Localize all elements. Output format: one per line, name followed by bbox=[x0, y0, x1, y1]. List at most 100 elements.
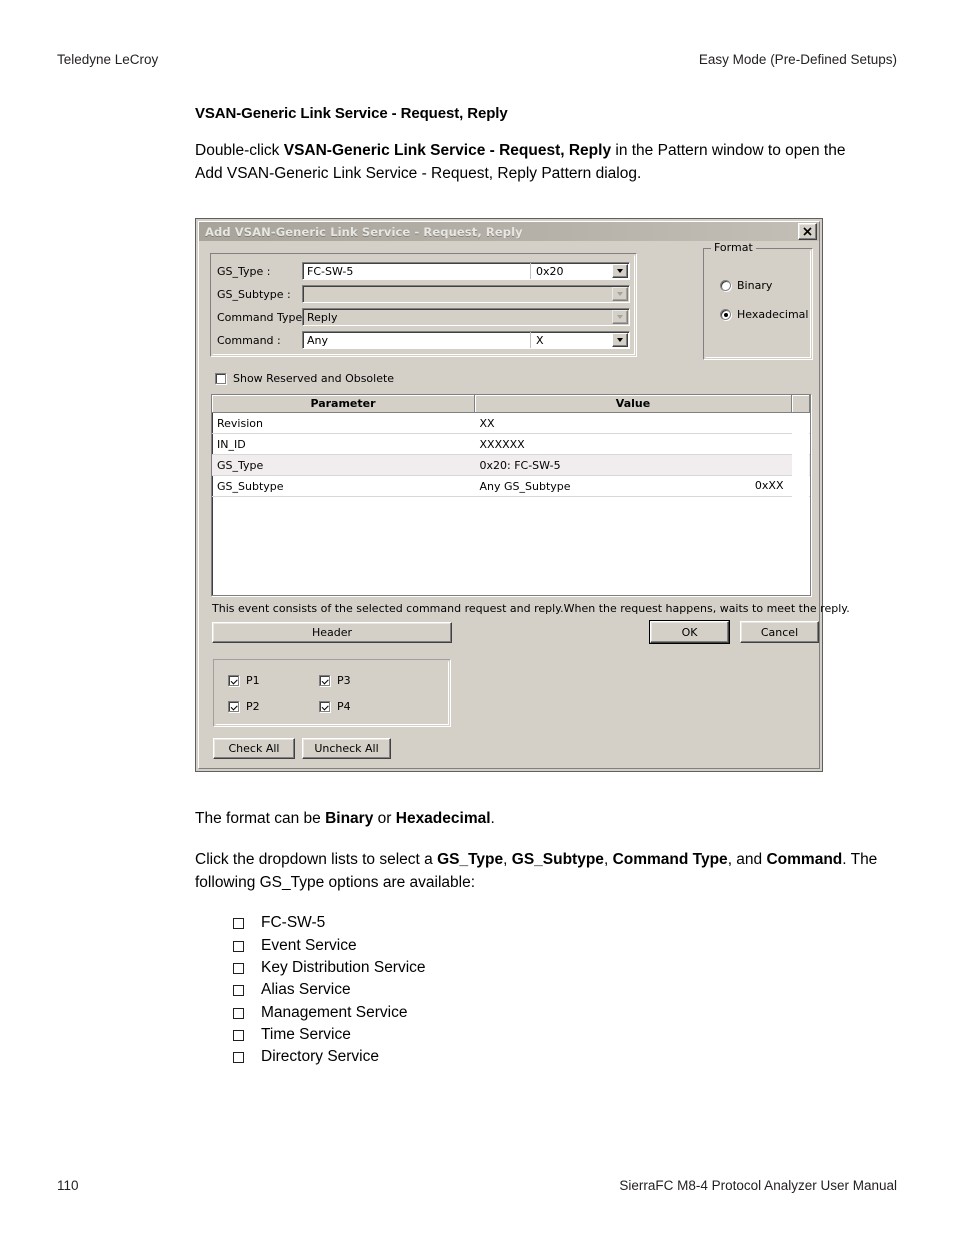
list-item: Alias Service bbox=[233, 979, 885, 1001]
port-p1-checkbox-indicator[interactable] bbox=[228, 675, 239, 686]
list-item: Time Service bbox=[233, 1024, 885, 1046]
chevron-down-icon[interactable] bbox=[612, 310, 628, 324]
ports-group: P1 P2 P3 P4 bbox=[213, 659, 451, 727]
command-type-label: Command Type: bbox=[217, 310, 307, 324]
cell-value-text: XX bbox=[479, 416, 495, 430]
gs-subtype-value bbox=[303, 286, 612, 302]
dropdown-bold-gs-subtype: GS_Subtype bbox=[511, 850, 604, 868]
list-item: Event Service bbox=[233, 935, 885, 957]
radio-binary[interactable]: Binary bbox=[720, 279, 772, 292]
gs-type-options-list: FC-SW-5 Event Service Key Distribution S… bbox=[195, 912, 885, 1068]
list-item-label: Key Distribution Service bbox=[261, 958, 426, 976]
show-reserved-checkbox-indicator[interactable] bbox=[215, 373, 226, 384]
command-combobox[interactable]: Any X bbox=[302, 331, 630, 349]
square-bullet-icon bbox=[233, 918, 244, 930]
uncheck-all-button[interactable]: Uncheck All bbox=[302, 738, 391, 759]
table-scrollbar[interactable] bbox=[792, 413, 809, 594]
port-checkbox-p1[interactable]: P1 bbox=[228, 674, 260, 687]
chevron-down-icon[interactable] bbox=[612, 287, 628, 301]
cancel-button[interactable]: Cancel bbox=[740, 621, 819, 643]
page-content-bottom: The format can be Binary or Hexadecimal.… bbox=[195, 808, 885, 1069]
chevron-down-icon[interactable] bbox=[612, 264, 628, 278]
check-all-button[interactable]: Check All bbox=[213, 738, 295, 759]
format-paragraph: The format can be Binary or Hexadecimal. bbox=[195, 808, 885, 831]
gs-type-combobox[interactable]: FC-SW-5 0x20 bbox=[302, 262, 630, 280]
table-row[interactable]: Revision XX bbox=[212, 412, 810, 434]
format-bold-binary: Binary bbox=[325, 810, 374, 827]
page-title: VSAN-Generic Link Service - Request, Rep… bbox=[195, 105, 508, 122]
radio-hexadecimal-indicator[interactable] bbox=[720, 309, 731, 320]
radio-binary-label: Binary bbox=[737, 279, 773, 292]
parameter-table-container: Parameter Value Revision XX IN_ID XXXXXX… bbox=[211, 394, 811, 596]
parameter-table: Parameter Value Revision XX IN_ID XXXXXX… bbox=[212, 395, 810, 497]
dialog-inner-frame: Add VSAN-Generic Link Service - Request,… bbox=[198, 221, 850, 769]
port-p2-checkbox-indicator[interactable] bbox=[228, 701, 239, 712]
page-running-header: Teledyne LeCroy Easy Mode (Pre-Defined S… bbox=[57, 52, 897, 72]
field-row-command: Command : Any X bbox=[217, 331, 630, 349]
command-type-value: Reply bbox=[307, 310, 338, 324]
close-icon[interactable] bbox=[798, 223, 817, 240]
square-bullet-icon bbox=[233, 940, 244, 952]
table-row[interactable]: GS_Subtype Any GS_Subtype 0xXX bbox=[212, 475, 810, 497]
column-header-parameter[interactable]: Parameter bbox=[212, 395, 475, 413]
cell-value-text: 0x20: FC-SW-5 bbox=[479, 458, 561, 472]
add-vsan-generic-link-service-dialog: Add VSAN-Generic Link Service - Request,… bbox=[195, 218, 850, 772]
header-chapter-name: Easy Mode (Pre-Defined Setups) bbox=[698, 52, 897, 67]
port-checkbox-p3[interactable]: P3 bbox=[319, 674, 351, 687]
gs-type-code: 0x20 bbox=[530, 263, 612, 279]
command-code: X bbox=[530, 332, 612, 348]
port-p1-label: P1 bbox=[246, 674, 260, 687]
header-company-name: Teledyne LeCroy bbox=[57, 52, 159, 67]
command-value: Any bbox=[307, 333, 329, 347]
field-row-command-type: Command Type: Reply bbox=[217, 308, 630, 326]
footer-page-number: 110 bbox=[57, 1178, 79, 1193]
port-p4-checkbox-indicator[interactable] bbox=[319, 701, 330, 712]
list-item-label: Management Service bbox=[261, 1003, 408, 1021]
show-reserved-and-obsolete-checkbox[interactable]: Show Reserved and Obsolete bbox=[215, 372, 394, 385]
square-bullet-icon bbox=[233, 1007, 244, 1019]
table-row[interactable]: GS_Type 0x20: FC-SW-5 bbox=[212, 454, 810, 476]
format-group: Format Binary Hexadecimal bbox=[703, 242, 813, 360]
column-header-value[interactable]: Value bbox=[474, 395, 792, 413]
field-row-gs-type: GS_Type : FC-SW-5 0x20 bbox=[217, 262, 630, 280]
dropdown-paragraph: Click the dropdown lists to select a GS_… bbox=[195, 849, 885, 895]
list-item: Directory Service bbox=[233, 1046, 885, 1068]
ok-button[interactable]: OK bbox=[649, 620, 730, 644]
command-type-combobox[interactable]: Reply bbox=[302, 308, 630, 326]
cell-parameter: IN_ID bbox=[212, 433, 475, 455]
cell-value-code: 0xXX bbox=[754, 479, 784, 492]
dropdown-bold-command-type: Command Type bbox=[612, 850, 728, 868]
dialog-titlebar[interactable]: Add VSAN-Generic Link Service - Request,… bbox=[199, 222, 819, 241]
intro-bold: VSAN-Generic Link Service - Request, Rep… bbox=[283, 142, 612, 159]
header-button[interactable]: Header bbox=[212, 622, 452, 643]
page-content-top: VSAN-Generic Link Service - Request, Rep… bbox=[195, 105, 875, 192]
cell-value: XX bbox=[474, 412, 810, 434]
gs-subtype-label: GS_Subtype : bbox=[217, 287, 291, 301]
square-bullet-icon bbox=[233, 1052, 244, 1064]
radio-hexadecimal[interactable]: Hexadecimal bbox=[720, 308, 808, 321]
command-label: Command : bbox=[217, 333, 281, 347]
chevron-down-icon[interactable] bbox=[612, 333, 628, 347]
dropdown-sep-2: , bbox=[603, 850, 613, 868]
list-item: Key Distribution Service bbox=[233, 957, 885, 979]
table-row[interactable]: IN_ID XXXXXX bbox=[212, 433, 810, 455]
port-checkbox-p4[interactable]: P4 bbox=[319, 700, 351, 713]
dropdown-bold-command: Command bbox=[766, 850, 843, 868]
format-group-legend: Format bbox=[711, 242, 756, 254]
cell-value-editor[interactable]: Any GS_Subtype 0xXX bbox=[474, 475, 810, 497]
list-item-label: Time Service bbox=[261, 1025, 351, 1043]
gs-subtype-combobox[interactable] bbox=[302, 285, 630, 303]
event-description-text: This event consists of the selected comm… bbox=[212, 602, 850, 615]
port-p4-label: P4 bbox=[337, 700, 351, 713]
column-header-spacer bbox=[791, 395, 810, 413]
square-bullet-icon bbox=[233, 985, 244, 997]
port-checkbox-p2[interactable]: P2 bbox=[228, 700, 260, 713]
cell-parameter: Revision bbox=[212, 412, 475, 434]
port-p2-label: P2 bbox=[246, 700, 260, 713]
footer-manual-title: SierraFC M8-4 Protocol Analyzer User Man… bbox=[619, 1178, 897, 1193]
cell-value-text: XXXXXX bbox=[479, 437, 525, 451]
square-bullet-icon bbox=[233, 962, 244, 974]
square-bullet-icon bbox=[233, 1029, 244, 1041]
radio-binary-indicator[interactable] bbox=[720, 280, 731, 291]
port-p3-checkbox-indicator[interactable] bbox=[319, 675, 330, 686]
